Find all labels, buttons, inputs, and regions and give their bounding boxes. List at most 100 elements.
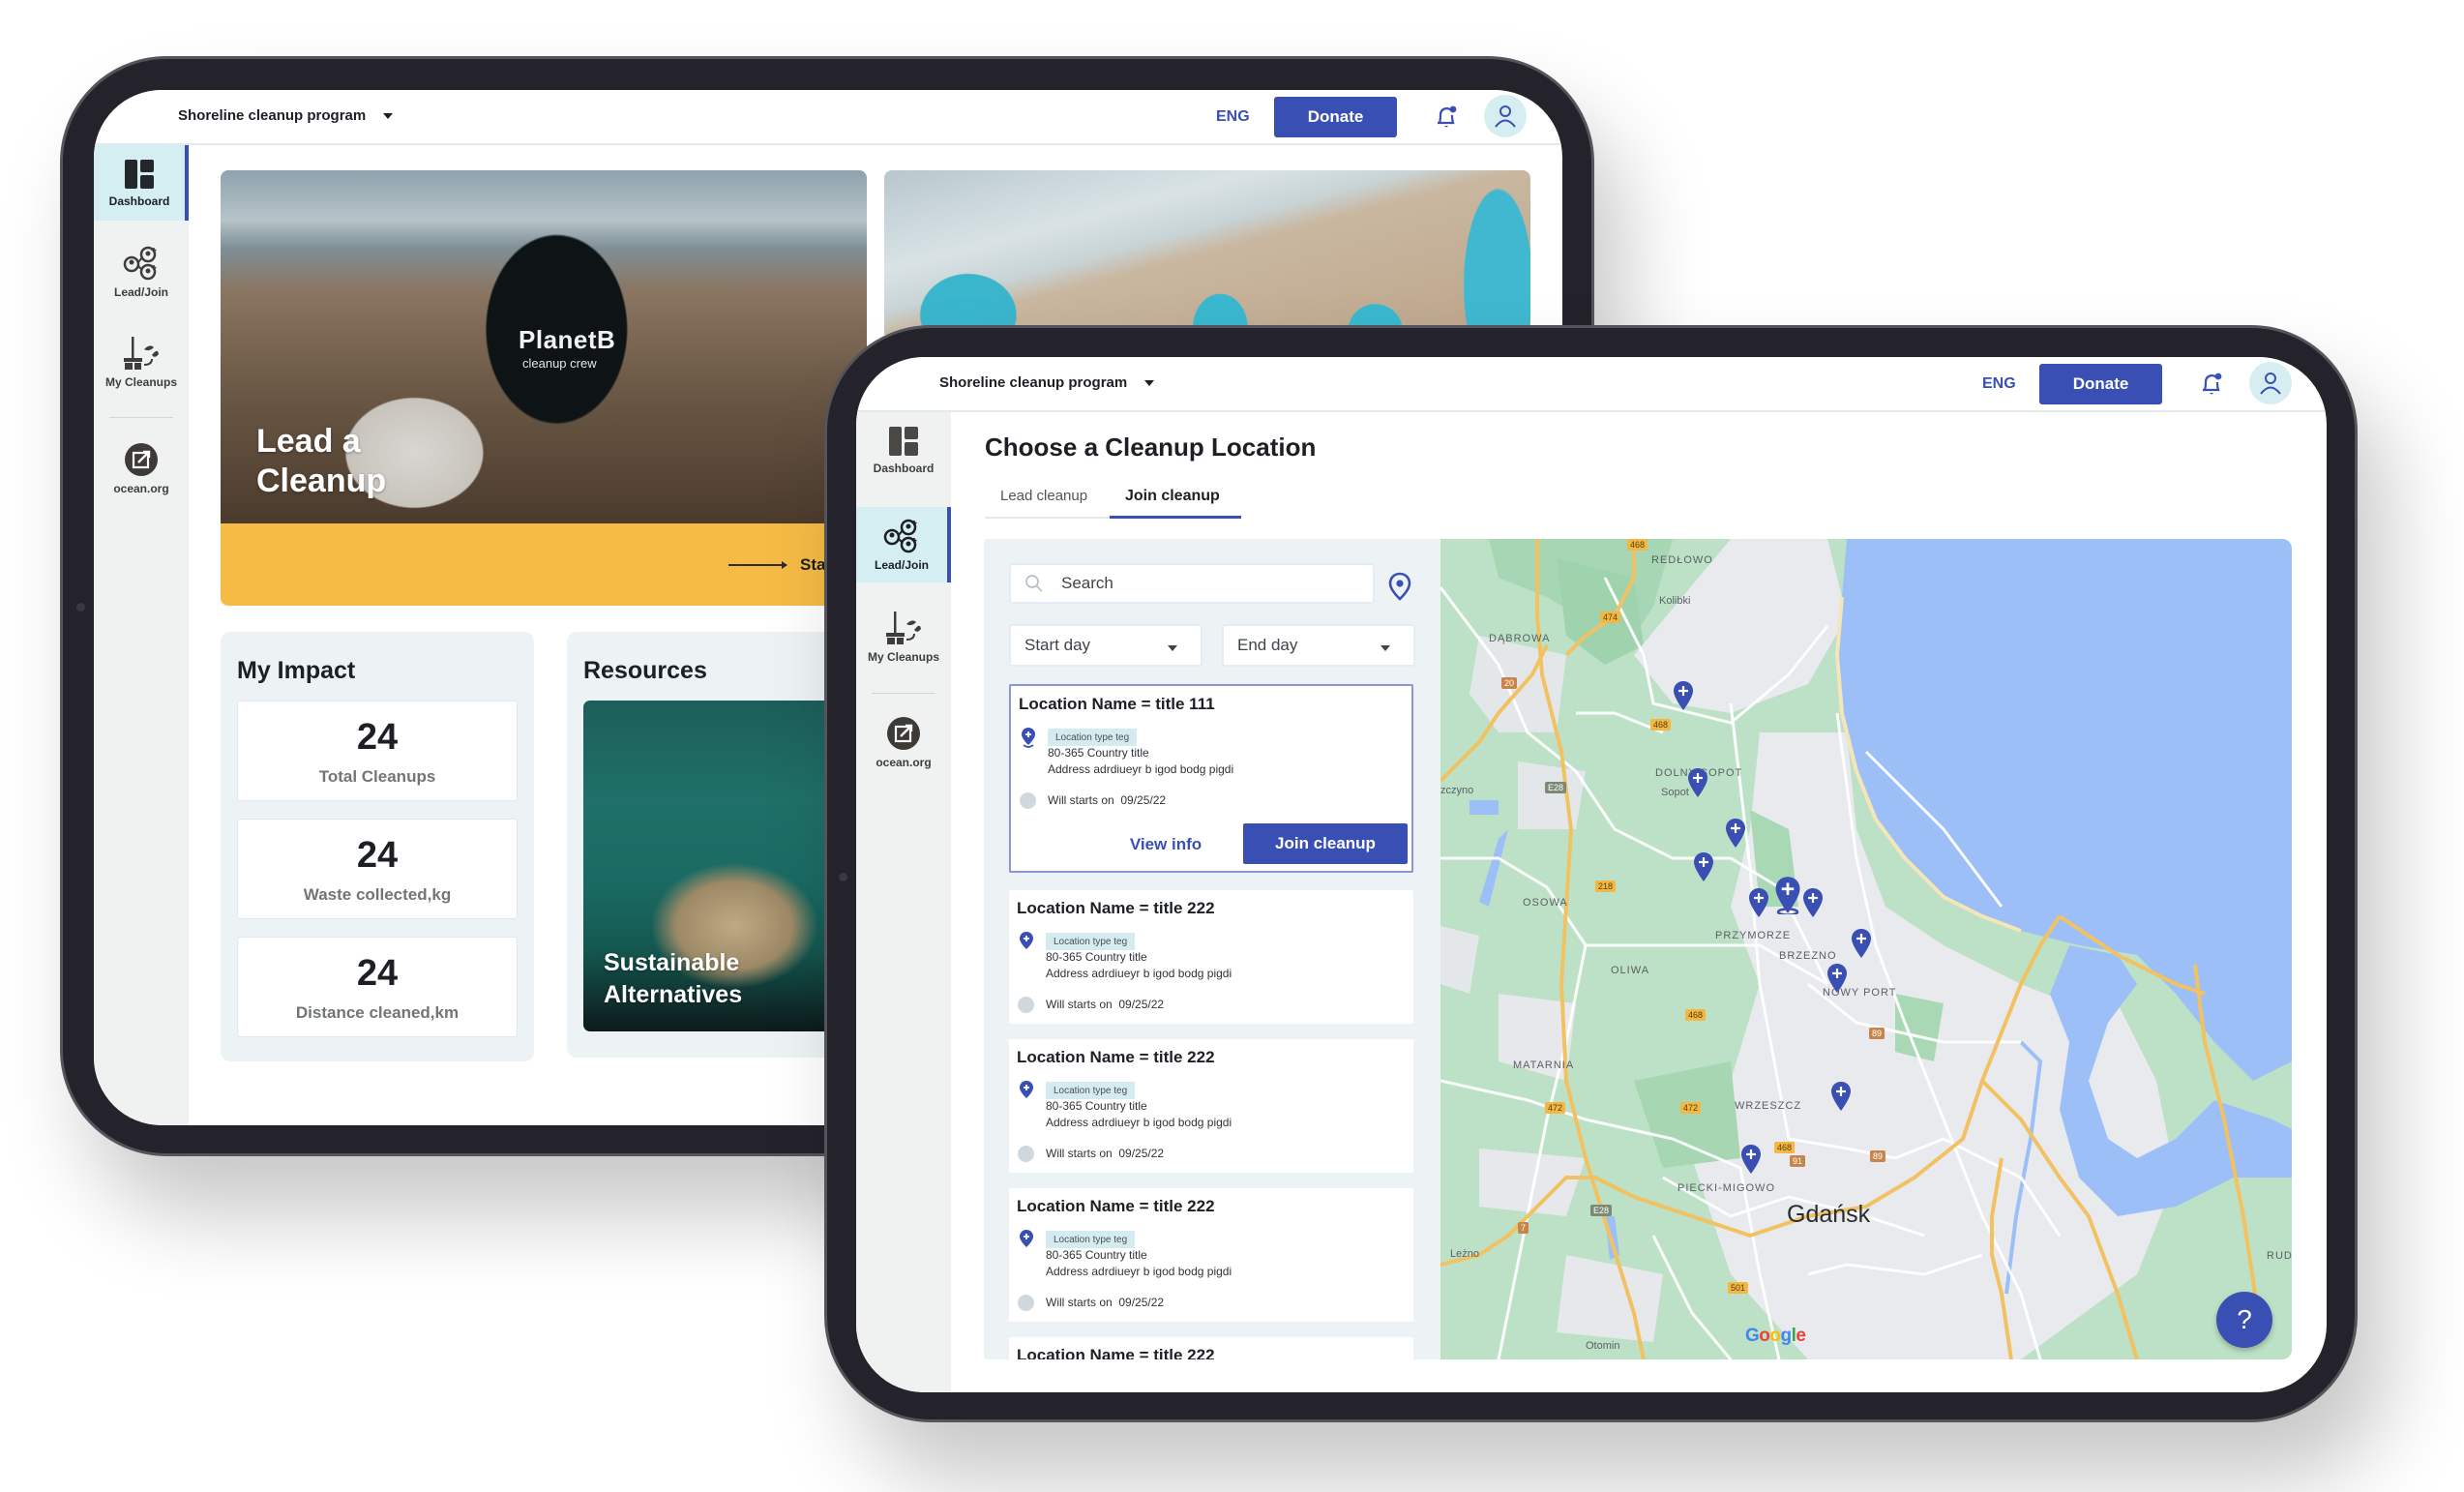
sidebar-item-label: My Cleanups xyxy=(867,649,939,664)
sidebar-item-lead-join[interactable]: Lead/Join xyxy=(856,507,951,582)
start-day-select[interactable]: Start day xyxy=(1009,624,1202,667)
donate-button[interactable]: Donate xyxy=(1274,97,1397,137)
stat-total-cleanups: 24 Total Cleanups xyxy=(237,701,518,801)
map-label: MATARNIA xyxy=(1513,1059,1575,1071)
sidebar: Dashboard Lead/Join My Cleanups ocean.or… xyxy=(856,412,951,1392)
stat-label: Distance cleaned,km xyxy=(295,1003,460,1022)
location-address: Address adrdiueyr b igod bodg pigdi xyxy=(1046,1116,1232,1129)
start-link[interactable]: Start xyxy=(728,555,838,575)
map-marker-pin-plus-icon[interactable] xyxy=(1802,887,1824,918)
sidebar-item-ocean-org[interactable]: ocean.org xyxy=(94,431,189,506)
sidebar: Dashboard Lead/Join My Cleanups ocean.or… xyxy=(94,145,189,1125)
language-selector[interactable]: ENG xyxy=(1982,375,2016,393)
road-badge: 474 xyxy=(1600,612,1621,623)
broom-leaf-icon xyxy=(124,336,159,370)
road-badge: 501 xyxy=(1728,1282,1749,1294)
map-marker-pin-plus-icon[interactable] xyxy=(1826,963,1848,994)
location-card[interactable]: Location Name = title 222 xyxy=(1009,1337,1413,1359)
join-cleanup-button[interactable]: Join cleanup xyxy=(1243,823,1408,864)
sidebar-item-ocean-org[interactable]: ocean.org xyxy=(856,704,951,780)
sidebar-item-label: Lead/Join xyxy=(113,284,168,299)
stat-label: Waste collected,kg xyxy=(303,885,452,904)
sidebar-item-my-cleanups[interactable]: My Cleanups xyxy=(856,599,951,674)
stat-value: 24 xyxy=(356,953,399,994)
map-label: zczyno xyxy=(1440,785,1474,796)
tab-join-cleanup[interactable]: Join cleanup xyxy=(1125,488,1220,505)
map[interactable]: REDŁOWO Kolibki DĄBROWA DOLNY SOPOT Sopo… xyxy=(1440,539,2292,1359)
map-label-gdansk: Gdańsk xyxy=(1787,1201,1871,1228)
sidebar-item-label: Lead/Join xyxy=(874,557,929,572)
tab-lead-cleanup[interactable]: Lead cleanup xyxy=(1000,488,1087,504)
location-finder: Start day End day Location Name = title … xyxy=(984,539,2292,1359)
location-card[interactable]: Location Name = title 222 Location type … xyxy=(1009,890,1413,1024)
road-badge: 7 xyxy=(1518,1222,1529,1234)
map-marker-pin-plus-icon[interactable] xyxy=(1748,887,1769,918)
end-day-select[interactable]: End day xyxy=(1222,624,1415,667)
language-selector[interactable]: ENG xyxy=(1216,108,1250,126)
chevron-down-icon xyxy=(383,112,394,119)
lead-cleanup-card[interactable]: PlanetB cleanup crew Lead a Cleanup Star… xyxy=(221,170,867,606)
location-card[interactable]: Location Name = title 222 Location type … xyxy=(1009,1188,1413,1322)
location-type-tag: Location type teg xyxy=(1046,933,1136,950)
dashboard-icon xyxy=(889,426,918,456)
search-input[interactable] xyxy=(1061,574,1332,593)
map-marker-pin-plus-icon[interactable] xyxy=(1851,928,1872,959)
road-badge: 91 xyxy=(1790,1155,1806,1167)
donate-button[interactable]: Donate xyxy=(2039,364,2162,404)
user-avatar-icon[interactable] xyxy=(1484,95,1527,137)
location-address: Address adrdiueyr b igod bodg pigdi xyxy=(1046,1265,1232,1278)
sidebar-item-dashboard[interactable]: Dashboard xyxy=(94,145,189,221)
map-marker-pin-plus-icon[interactable] xyxy=(1693,851,1714,882)
bell-icon[interactable] xyxy=(1434,104,1459,131)
program-name: Shoreline cleanup program xyxy=(178,107,367,124)
location-card[interactable]: Location Name = title 111 Location type … xyxy=(1009,684,1413,873)
search-icon xyxy=(1025,575,1043,592)
arrow-right-icon xyxy=(728,561,787,569)
location-pin-icon[interactable] xyxy=(1388,572,1411,601)
sidebar-item-my-cleanups[interactable]: My Cleanups xyxy=(94,324,189,400)
map-marker-pin-plus-icon[interactable] xyxy=(1725,818,1746,849)
map-marker-pin-plus-icon[interactable] xyxy=(1740,1144,1762,1175)
location-card[interactable]: Location Name = title 222 Location type … xyxy=(1009,1039,1413,1173)
map-label: PRZYMORZE xyxy=(1715,930,1792,941)
app-header: Shoreline cleanup program ENG Donate xyxy=(856,357,2327,412)
map-marker-pin-plus-icon[interactable] xyxy=(1774,876,1801,914)
program-selector[interactable]: Shoreline cleanup program xyxy=(178,107,394,124)
resources-title: Resources xyxy=(583,657,707,684)
help-button[interactable]: ? xyxy=(2216,1292,2272,1348)
location-address: Address adrdiueyr b igod bodg pigdi xyxy=(1046,967,1232,980)
user-avatar-icon[interactable] xyxy=(2249,362,2292,404)
road-badge: 468 xyxy=(1650,719,1672,731)
clock-icon xyxy=(1018,1146,1034,1162)
sidebar-item-lead-join[interactable]: Lead/Join xyxy=(94,234,189,310)
beach-cleanup-photo[interactable] xyxy=(884,170,1530,335)
cta-bar: Start xyxy=(221,523,867,606)
program-selector[interactable]: Shoreline cleanup program xyxy=(939,374,1155,391)
chevron-down-icon xyxy=(1144,379,1155,386)
map-marker-pin-plus-icon[interactable] xyxy=(1830,1081,1852,1112)
shirt-logo-text: PlanetB xyxy=(519,325,616,354)
tablet-location-finder: Shoreline cleanup program ENG Donate Das… xyxy=(824,325,2358,1422)
location-type-tag: Location type teg xyxy=(1046,1231,1136,1248)
location-type-tag: Location type teg xyxy=(1046,1082,1136,1099)
search-field[interactable] xyxy=(1009,563,1375,604)
bell-icon[interactable] xyxy=(2199,371,2224,398)
external-link-icon xyxy=(887,716,920,750)
pin-plus-icon xyxy=(1020,932,1033,949)
cleanup-tabs: Lead cleanup Join cleanup xyxy=(985,476,1241,519)
sidebar-item-dashboard[interactable]: Dashboard xyxy=(856,412,951,488)
google-logo: Google xyxy=(1745,1326,1806,1346)
clock-icon xyxy=(1018,997,1034,1013)
clock-icon xyxy=(1020,792,1036,809)
external-link-icon xyxy=(125,442,158,476)
resource-card-title: Sustainable Alternatives xyxy=(604,949,743,1008)
map-marker-pin-plus-icon[interactable] xyxy=(1687,767,1708,798)
view-info-button[interactable]: View info xyxy=(1103,825,1229,864)
map-label: RUDN xyxy=(2267,1250,2292,1262)
location-name: Location Name = title 222 xyxy=(1017,1048,1215,1066)
map-marker-pin-plus-icon[interactable] xyxy=(1673,680,1694,711)
page-title: Choose a Cleanup Location xyxy=(985,433,1317,462)
stat-value: 24 xyxy=(356,835,399,876)
sidebar-item-label: ocean.org xyxy=(113,481,169,495)
resource-card-sustainable-alternatives[interactable]: Sustainable Alternatives xyxy=(583,701,835,1031)
